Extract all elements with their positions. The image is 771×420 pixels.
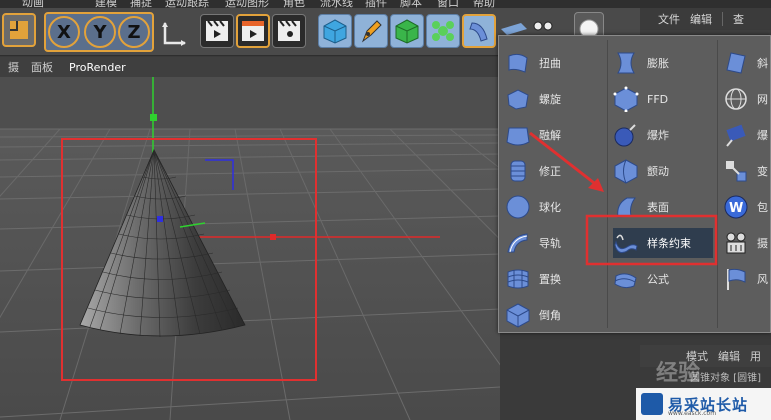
watermark-logo: 易采站长站 www.easck.com bbox=[636, 388, 771, 420]
user-data-menu[interactable]: 用 bbox=[750, 348, 761, 364]
annotation-arrow bbox=[529, 131, 599, 188]
edit-menu-attr[interactable]: 编辑 bbox=[718, 348, 740, 364]
cinema4d-window: 动画 建模 捕捉 运动跟踪 运动图形 角色 流水线 插件 脚本 窗口 帮助 X … bbox=[0, 0, 771, 420]
watermark-overlay-text: 经验 bbox=[656, 361, 701, 386]
highlight-box-spline-wrap bbox=[585, 214, 718, 266]
site-logo-icon bbox=[641, 393, 663, 415]
